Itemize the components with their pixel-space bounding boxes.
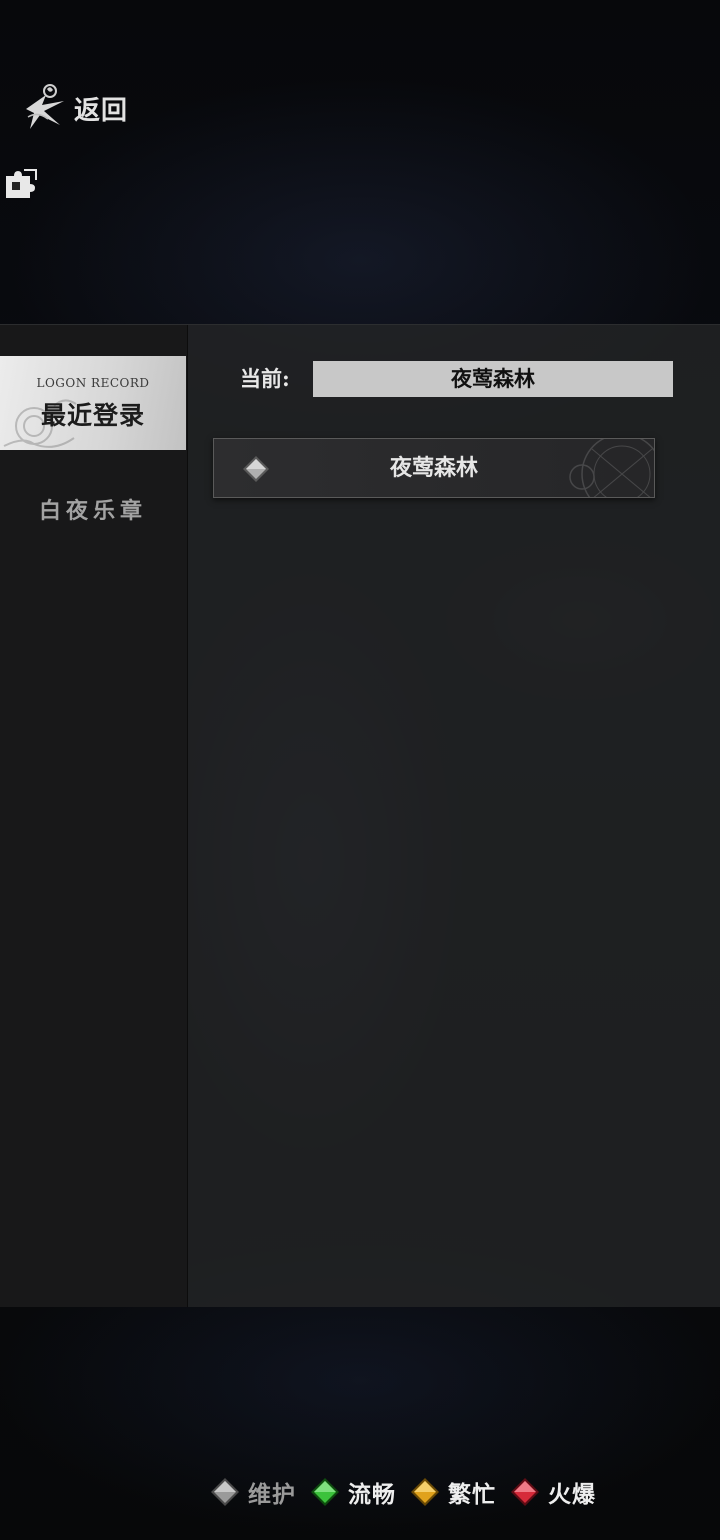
legend-item-hot: 火爆 (510, 1475, 596, 1509)
rose-back-arrow-icon (26, 84, 64, 129)
server-select-panel: LOGON RECORD 最近登录 白夜乐章 当前: 夜莺森林 夜莺森林 (0, 324, 720, 1307)
red-diamond-icon (511, 1478, 539, 1506)
yellow-diamond-icon (411, 1478, 439, 1506)
current-server-label: 当前: (240, 366, 290, 391)
legend-label: 流畅 (348, 1481, 396, 1508)
back-button[interactable]: 返回 (20, 80, 128, 136)
legend-item-busy: 繁忙 (410, 1475, 496, 1509)
tab-subtitle: LOGON RECORD (36, 376, 150, 390)
legend-label: 繁忙 (448, 1481, 496, 1508)
legend-item-smooth: 流畅 (310, 1475, 396, 1509)
puzzle-icon[interactable] (4, 168, 38, 200)
tab-white-night[interactable]: 白夜乐章 (0, 483, 186, 539)
tab-title: 最近登录 (40, 401, 145, 430)
legend-label: 维护 (248, 1481, 296, 1508)
tab-logon-record[interactable]: LOGON RECORD 最近登录 (0, 356, 186, 450)
status-legend: 维护 流畅 繁忙 火爆 (210, 1474, 690, 1510)
sidebar: LOGON RECORD 最近登录 白夜乐章 (0, 325, 188, 1307)
legend-label: 火爆 (548, 1481, 596, 1508)
current-server-value: 夜莺森林 (313, 361, 673, 397)
green-diamond-icon (311, 1478, 339, 1506)
back-label: 返回 (74, 95, 129, 126)
server-item[interactable]: 夜莺森林 (213, 438, 655, 498)
server-name: 夜莺森林 (389, 455, 478, 481)
gray-diamond-icon (211, 1478, 239, 1506)
legend-item-maintenance: 维护 (210, 1475, 296, 1509)
